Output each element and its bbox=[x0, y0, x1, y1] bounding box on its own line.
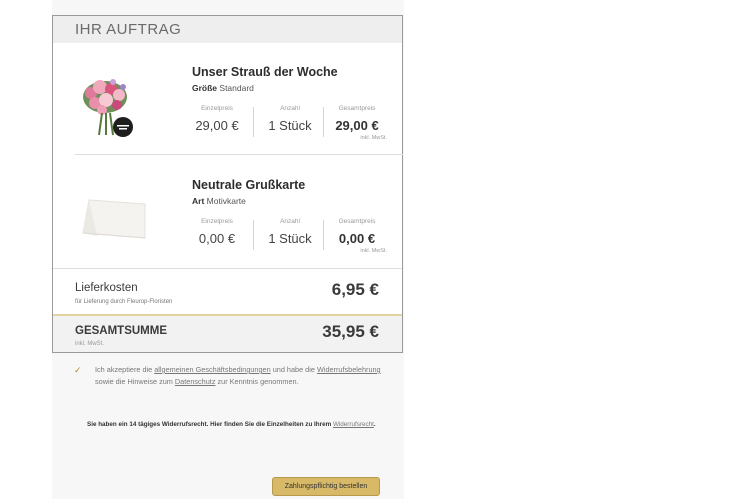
shipping-subtext: für Lieferung durch Fleurop-Floristen bbox=[75, 299, 173, 305]
withdrawal-notice: Sie haben ein 14 tägiges Widerrufsrecht.… bbox=[87, 421, 376, 428]
item-name: Neutrale Grußkarte bbox=[192, 178, 306, 192]
privacy-link[interactable]: Datenschutz bbox=[175, 377, 216, 386]
withdrawal-policy-link[interactable]: Widerrufsbelehrung bbox=[317, 365, 381, 374]
divider bbox=[323, 107, 324, 137]
bouquet-image bbox=[75, 65, 151, 141]
agb-checkbox[interactable]: ✓ bbox=[74, 365, 84, 375]
shipping-value: 6,95 € bbox=[331, 280, 379, 299]
order-summary: IHR AUFTRAG Unser Strauß der Woche Größe… bbox=[52, 15, 403, 353]
item-attribute: Größe Standard bbox=[192, 83, 254, 93]
total-label: GESAMTSUMME bbox=[75, 325, 167, 337]
order-item: Unser Strauß der Woche Größe Standard Ei… bbox=[75, 43, 403, 155]
unit-price: Einzelpreis 0,00 € bbox=[198, 218, 236, 246]
quantity: Anzahl 1 Stück bbox=[268, 105, 312, 133]
order-item: Neutrale Grußkarte Art Motivkarte Einzel… bbox=[75, 156, 403, 268]
agb-text: Ich akzeptiere die allgemeinen Geschäfts… bbox=[95, 365, 381, 386]
total-value: 35,95 € bbox=[322, 322, 379, 341]
divider bbox=[253, 107, 254, 137]
item-attribute: Art Motivkarte bbox=[192, 196, 246, 206]
shipping-label: Lieferkosten bbox=[75, 282, 138, 294]
quantity: Anzahl 1 Stück bbox=[268, 218, 312, 246]
order-header: IHR AUFTRAG bbox=[53, 16, 402, 43]
total-price: Gesamtpreis 29,00 € inkl. MwSt. bbox=[335, 105, 387, 141]
greeting-card-image bbox=[75, 178, 151, 254]
total-subtext: inkl. MwSt. bbox=[75, 341, 105, 347]
divider bbox=[253, 220, 254, 250]
agb-link[interactable]: allgemeinen Geschäftsbedingungen bbox=[154, 365, 270, 374]
withdrawal-right-link[interactable]: Widerrufsrecht bbox=[333, 421, 374, 428]
total-price: Gesamtpreis 0,00 € inkl. MwSt. bbox=[338, 218, 387, 254]
order-submit-button[interactable]: Zahlungspflichtig bestellen bbox=[272, 477, 380, 496]
divider bbox=[323, 220, 324, 250]
grand-total: GESAMTSUMME inkl. MwSt. 35,95 € bbox=[53, 314, 402, 352]
shipping-costs: Lieferkosten für Lieferung durch Fleurop… bbox=[53, 268, 402, 315]
item-name: Unser Strauß der Woche bbox=[192, 65, 338, 79]
unit-price: Einzelpreis 29,00 € bbox=[195, 105, 239, 133]
